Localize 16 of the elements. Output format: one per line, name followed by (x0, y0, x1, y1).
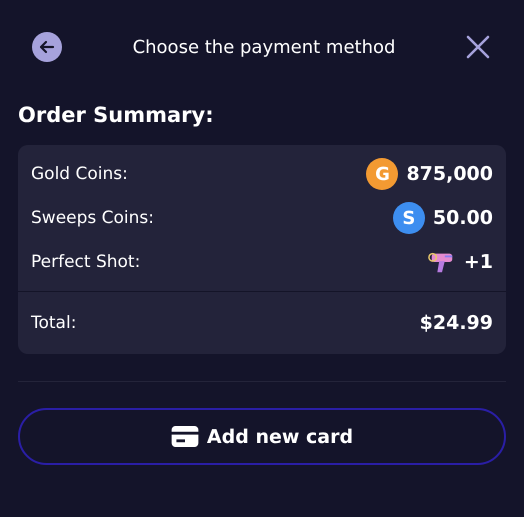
section-heading: Order Summary: (18, 103, 215, 127)
item-label: Perfect Shot: (31, 252, 140, 272)
coin-icon: G (366, 158, 398, 190)
credit-card-icon (170, 426, 199, 447)
back-icon[interactable] (32, 32, 62, 62)
item-label: Sweeps Coins: (31, 208, 154, 228)
total-label: Total: (31, 313, 76, 333)
item-value: 875,000 (406, 163, 493, 185)
add-card-button[interactable]: Add new card (18, 408, 506, 465)
item-value: 50.00 (432, 207, 493, 229)
total-value: $24.99 (420, 312, 493, 334)
item-label: Gold Coins: (31, 164, 128, 184)
item-value: +1 (464, 251, 493, 273)
close-icon[interactable] (466, 35, 490, 59)
coin-icon: S (392, 202, 425, 234)
window-title: Choose the payment method (132, 36, 396, 58)
